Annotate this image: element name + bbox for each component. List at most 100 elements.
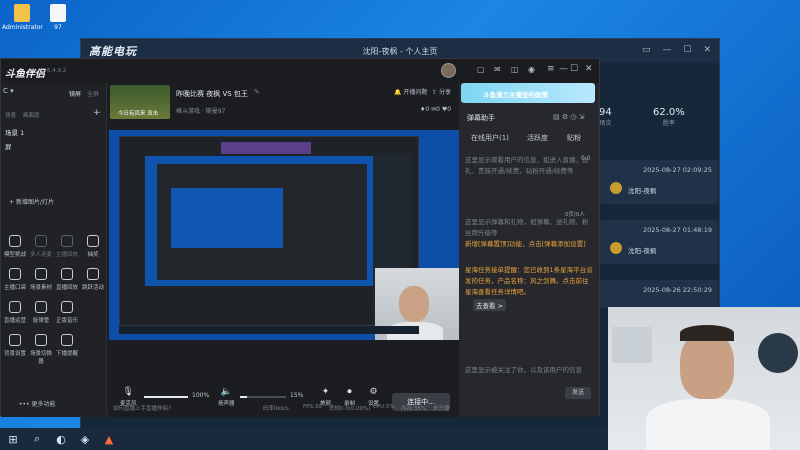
banner-text: 斗鱼潜力主播签约政策 [483,91,548,99]
section-scene: 场景 [5,113,17,119]
sidebar-tool-label: 主播口袋 [3,285,26,291]
speaker-icon: 🔈 [220,387,232,397]
add-scene-button[interactable]: + 新增图片/灯片 [9,197,54,206]
desktop-icon-admin[interactable]: Administrator [2,4,43,31]
add-icon[interactable]: + [93,108,101,118]
ai-icon [9,301,21,313]
mic-volume-slider[interactable] [144,396,188,398]
bell-icon [61,334,73,346]
sidebar-tool[interactable]: 下播提醒 [55,334,79,365]
skin-icon[interactable]: ◉ [528,65,535,74]
sidebar-tool[interactable]: 背景设置 [3,334,27,365]
panel-header: 弹幕助手 [467,114,495,122]
maximize-icon[interactable]: ☐ [570,64,578,74]
sidebar-tool-label: 场景素材 [29,285,52,291]
sidebar-tool[interactable]: 旋律管 [29,301,53,324]
close-icon[interactable]: ✕ [703,45,711,55]
webcam-feed [608,307,800,450]
panel-tools[interactable]: ▤ ⚙ ◷ ⇲ [553,113,585,121]
room-thumbnail[interactable]: 今日有凤来 双击 [110,85,170,119]
count-value: 0 [436,106,440,113]
gift-icon[interactable]: ◫ [511,65,519,74]
stat-value: 94 [599,107,612,118]
tab-mirror[interactable]: 镜屏 [69,89,81,98]
match-datetime: 2025-08-26 22:50:29 [642,286,712,294]
rank-icon [610,242,622,254]
maximize-icon[interactable]: ☐ [683,45,691,55]
sidebar-tool[interactable]: 抽奖 [81,235,105,258]
minimize-icon[interactable]: — [559,64,568,74]
close-icon[interactable]: ✕ [585,64,593,74]
promo-banner[interactable]: 斗鱼潜力主播签约政策 [461,83,595,103]
sidebar-tool[interactable]: 主播口袋 [3,268,27,291]
minimize-icon[interactable]: — [662,45,671,55]
app-titlebar: 斗鱼伴侣 6.4.9.2 ▢ ✉ ◫ ◉ ≡ — ☐ ✕ [1,59,599,83]
share-button[interactable]: ⇪ 分享 [432,87,451,96]
share-label: 分享 [438,89,451,96]
switch-icon [35,334,47,346]
sidebar-tool[interactable]: 模型挑战 [3,235,27,258]
match-record[interactable]: 2025-08-27 01:48:19 沈阳-夜枫 [600,220,718,264]
scene-sub[interactable]: 屏 [5,141,12,151]
sidebar-tool-label: 主播回放 [55,252,78,258]
bg-icon [9,334,21,346]
desktop-icon-label: 97 [54,24,62,31]
sidebar-tool-label: 抽奖 [87,252,99,258]
search-icon[interactable]: ⌕ [30,432,44,446]
menu-icon[interactable]: ≡ [547,64,555,74]
speaker-volume-slider[interactable] [240,396,286,398]
browser-icon[interactable]: ◐ [54,432,68,446]
users-icon [35,235,47,247]
tab-online-users[interactable]: 在线用户(1) [471,133,509,143]
match-datetime: 2025-08-27 02:09:25 [642,166,712,174]
mail-icon[interactable]: ✉ [494,65,501,74]
room-title[interactable]: 昨晚比赛 夜枫 VS 包王 [176,89,248,99]
sidebar-tool [81,301,105,324]
taskbar: ⊞ ⌕ ◐ ◈ ▲ [0,428,608,450]
match-record[interactable]: 2025-08-26 22:50:29 [600,280,718,308]
sidebar-tool-label: 直播运营 [3,318,26,324]
sidebar-tool-label: 跳跃活动 [81,285,104,291]
broadcast-help[interactable]: 🔔 开播问题 [394,87,427,96]
app-name: 斗鱼伴侣 [5,69,45,80]
help-link[interactable]: 如何直播上手直播伴侣? [113,404,171,412]
chat-icon[interactable]: ▢ [477,65,485,74]
streaming-app-icon[interactable]: ▲ [102,432,116,446]
room-category[interactable]: 格斗游戏 · 斯曼97 [176,106,225,115]
tab-fullscreen[interactable]: 全屏 [87,89,99,98]
sidebar-tool[interactable]: 场景素材 [29,268,53,291]
tab-fans[interactable]: 贴粉 [567,133,581,143]
desktop-icon-97[interactable]: 97 [38,4,78,31]
match-record[interactable]: 2025-08-27 02:09:25 沈阳-夜枫 [600,160,718,204]
collapse-icon[interactable]: C ▾ [3,87,14,95]
sidebar-tool[interactable]: 直播运营 [3,301,27,324]
status-drop: 丢帧0.0(0.00%) [329,406,371,412]
file-icon [50,4,66,22]
tab-activity[interactable]: 活跃度 [527,133,548,143]
sidebar-tool[interactable]: 正版音乐 [55,301,79,324]
minimize-icon[interactable]: ▭ [642,45,651,55]
beauty-icon: ✦ [321,387,330,397]
status-fps: FPS:30 [303,404,322,410]
sidebar-tool[interactable]: 直播回放 [55,268,79,291]
app-icon[interactable]: ◈ [78,432,92,446]
view-task-link[interactable]: 去查看 > [473,299,507,311]
sidebar-tool[interactable]: 主播回放 [55,235,79,258]
sidebar-tool[interactable]: 场景切换器 [29,334,53,365]
scene-item[interactable]: 场景 1 [5,127,24,137]
sidebar-tool[interactable]: 多人连麦 [29,235,53,258]
stat-winrate: 62.0% 胜率 [653,107,685,127]
edit-icon[interactable]: ✎ [254,88,260,96]
danmu-panel: 斗鱼潜力主播签约政策 弹幕助手 ▤ ⚙ ◷ ⇲ 在线用户(1) 活跃度 贴粉 0… [459,83,599,417]
stat-label: 胜率 [662,120,675,127]
windows-start-icon[interactable]: ⊞ [6,432,20,446]
avatar[interactable] [441,63,456,78]
send-button[interactable]: 发送 [565,387,591,399]
tool-grid: 模型挑战 多人连麦 主播回放 抽奖主播口袋 场景素材 直播回放 跳跃活动直播运营 旋律管 正版音… [3,235,105,365]
sidebar-tool[interactable]: 跳跃活动 [81,268,105,291]
mic-icon: 🎙 [122,387,134,397]
more-functions[interactable]: ••• 更多功能 [19,399,56,408]
record-icon: ⏺ [347,387,352,397]
streaming-app-window: 斗鱼伴侣 6.4.9.2 ▢ ✉ ◫ ◉ ≡ — ☐ ✕ C ▾ 镜屏 全屏 场… [0,58,600,417]
status-bar: 如何直播上手直播伴侣? 码率0kb/s FPS:30 丢帧0.0(0.00%) … [107,401,459,415]
